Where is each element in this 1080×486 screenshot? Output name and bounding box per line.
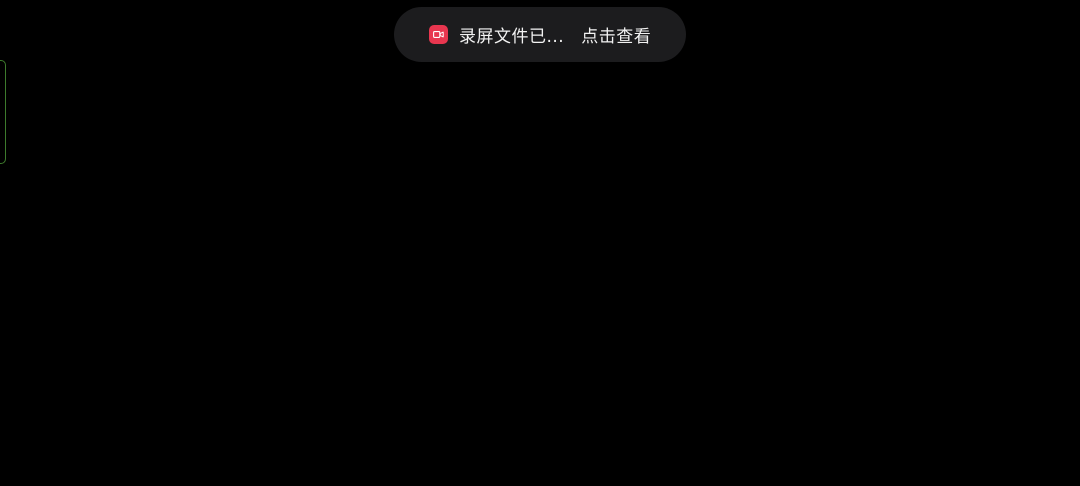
side-edge-handle[interactable]	[0, 60, 6, 164]
screen: 录屏文件已... 点击查看	[0, 0, 1080, 486]
toast-message: 录屏文件已...	[459, 27, 565, 47]
view-action-button[interactable]: 点击查看	[581, 22, 651, 47]
screen-record-toast[interactable]: 录屏文件已... 点击查看	[394, 7, 686, 62]
screen-record-icon	[429, 25, 448, 44]
